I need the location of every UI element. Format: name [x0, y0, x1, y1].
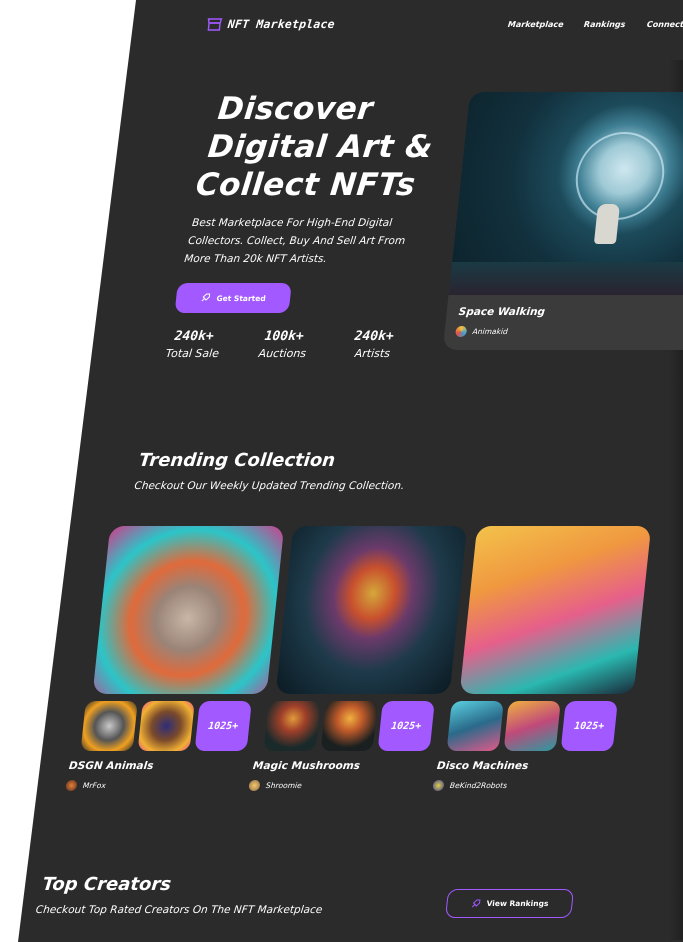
stat-auctions: 100k+ Auctions — [252, 329, 315, 360]
trending-subtitle: Checkout Our Weekly Updated Trending Col… — [133, 480, 405, 492]
collection-thumb[interactable] — [137, 701, 195, 751]
collection-main-image[interactable] — [459, 526, 652, 694]
top-creators-title: Top Creators — [41, 874, 173, 895]
stat-label: Auctions — [257, 347, 307, 360]
nav-marketplace[interactable]: Marketplace — [507, 20, 564, 29]
avatar — [248, 780, 261, 791]
stat-artists: 240k+ Artists — [342, 329, 405, 360]
top-creators-subtitle: Checkout Top Rated Creators On The NFT M… — [35, 904, 323, 916]
hero-subtitle: Best Marketplace For High-End Digital Co… — [183, 214, 444, 268]
stat-value: 240k+ — [173, 329, 215, 344]
collection-artist[interactable]: Shroomie — [248, 780, 302, 791]
ground-shape — [448, 262, 683, 295]
collection-artist[interactable]: MrFox — [65, 780, 106, 791]
collection-thumb[interactable] — [320, 701, 378, 751]
collection-name: Magic Mushrooms — [252, 760, 361, 772]
artist-name: MrFox — [82, 781, 107, 790]
collection-main-image[interactable] — [92, 526, 285, 694]
collection-name: Disco Machines — [436, 760, 529, 772]
view-rankings-label: View Rankings — [486, 899, 549, 908]
storefront-icon — [207, 17, 223, 31]
collection-thumb[interactable] — [263, 701, 321, 751]
trending-title: Trending Collection — [138, 450, 337, 471]
logo[interactable]: NFT Marketplace — [206, 17, 336, 31]
hero-title-line: Digital Art & — [206, 129, 435, 165]
stat-label: Total Sale — [165, 347, 220, 360]
artist-name: BeKind2Robots — [449, 781, 508, 790]
rocket-launch-icon — [201, 293, 211, 302]
view-rankings-button[interactable]: View Rankings — [445, 889, 575, 918]
stat-value: 240k+ — [353, 329, 395, 344]
avatar — [65, 780, 78, 791]
hero-title-line: Collect NFTs — [194, 167, 418, 203]
artist-name: Animakid — [472, 327, 509, 336]
rocket-launch-icon — [472, 899, 481, 907]
hero-subtitle-line: Collectors. Collect, Buy And Sell Art Fr… — [187, 235, 406, 247]
nav-rankings[interactable]: Rankings — [583, 20, 625, 29]
astronaut-shape — [593, 204, 621, 244]
get-started-button[interactable]: Get Started — [174, 283, 292, 313]
artist-name: Shroomie — [265, 781, 303, 790]
stat-total-sale: 240k+ Total Sale — [162, 329, 225, 360]
stat-value: 100k+ — [263, 329, 305, 344]
stat-label: Artists — [354, 347, 391, 360]
collection-count-badge[interactable]: 1025+ — [194, 701, 252, 751]
avatar — [455, 326, 468, 337]
avatar — [432, 780, 445, 791]
collection-name: DSGN Animals — [68, 760, 155, 772]
featured-nft-artist[interactable]: Animakid — [455, 326, 508, 337]
collection-thumb[interactable] — [80, 701, 138, 751]
collection-thumb[interactable] — [446, 701, 504, 751]
collection-thumb[interactable] — [503, 701, 561, 751]
collection-artist[interactable]: BeKind2Robots — [432, 780, 507, 791]
collection-count-badge[interactable]: 1025+ — [560, 701, 618, 751]
hero-title: Discover Digital Art & Collect NFTs — [194, 90, 439, 204]
page-content: NFT Marketplace Marketplace Rankings Con… — [0, 0, 683, 942]
nav-connect-wallet[interactable]: Connect a wallet — [646, 20, 683, 29]
get-started-label: Get Started — [216, 293, 267, 303]
logo-text: NFT Marketplace — [227, 17, 336, 31]
hero-subtitle-line: Best Marketplace For High-End Digital — [191, 217, 393, 229]
planet-shape — [571, 132, 669, 220]
hero-title-line: Discover — [216, 91, 375, 127]
featured-nft-image — [448, 92, 683, 295]
collection-count-badge[interactable]: 1025+ — [377, 701, 435, 751]
featured-nft-title: Space Walking — [458, 306, 546, 318]
collection-main-image[interactable] — [275, 526, 468, 694]
hero-subtitle-line: More Than 20k NFT Artists. — [183, 253, 328, 265]
